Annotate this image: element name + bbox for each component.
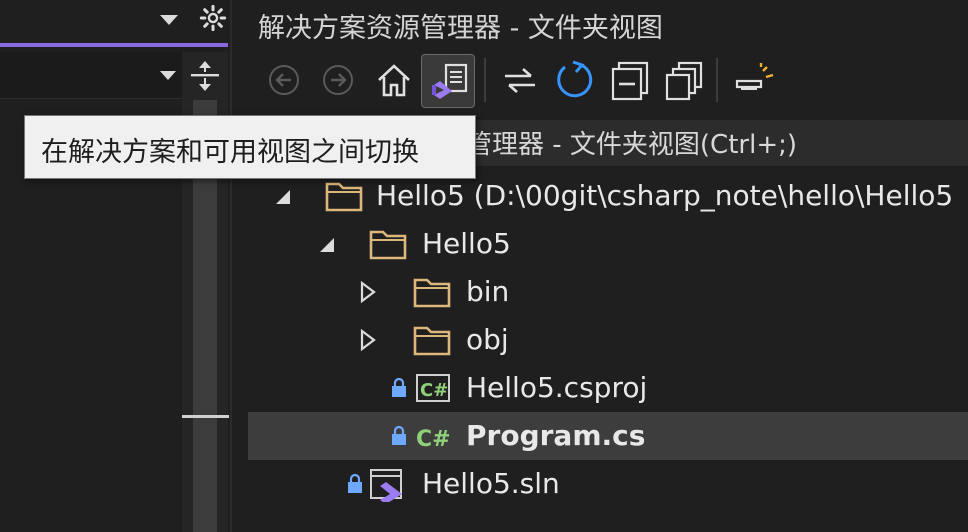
tooltip: 在解决方案和可用视图之间切换 [24,115,476,179]
tree-item-solution-folder[interactable]: Hello5 (D:\00git\csharp_note\hello\Hello… [248,172,968,220]
tree-item-label: Hello5 [422,227,511,260]
left-dropdown[interactable] [0,52,182,99]
active-tab-accent [0,43,228,47]
dropdown-arrow-icon[interactable] [158,12,180,32]
collapse-all-icon [611,61,649,101]
toolbar-separator [484,58,486,102]
window-title: 解决方案资源管理器 - 文件夹视图 [258,13,663,44]
copy-icon [665,61,703,101]
sync-button[interactable] [500,60,540,100]
tree-item-label: Hello5 (D:\00git\csharp_note\hello\Hello… [376,179,954,212]
switch-views-icon [432,63,468,99]
collapsed-arrow-icon[interactable] [356,280,380,304]
folder-icon [369,230,407,260]
lock-icon [392,377,406,397]
gear-icon[interactable] [199,4,227,36]
solution-file-icon [370,469,402,502]
refresh-icon [557,60,593,98]
copy-button[interactable] [662,58,706,102]
tree-item-hello5-folder[interactable]: Hello5 [248,220,968,268]
forward-button[interactable] [320,62,356,98]
folder-icon [325,182,363,212]
csharp-file-icon: C# [416,427,451,452]
collapse-all-button[interactable] [608,58,652,102]
scrollbar-marker [182,415,229,418]
home-button[interactable] [372,58,416,102]
tree-item-obj-folder[interactable]: obj [248,316,968,364]
forward-icon [323,65,353,95]
folder-icon [413,278,451,308]
svg-text:C#: C# [420,380,448,401]
panel-divider[interactable] [230,0,232,532]
tree-item-sln[interactable]: Hello5.sln [248,460,968,508]
lock-icon [392,425,406,445]
switch-views-button[interactable] [421,54,475,108]
left-dropdown-arrow-icon[interactable] [158,68,178,87]
csproj-file-icon: C# [416,374,450,402]
home-icon [378,64,410,97]
tree-item-label: bin [466,275,510,308]
refresh-button[interactable] [552,58,596,102]
search-placeholder: 源管理器 - 文件夹视图(Ctrl+;) [440,130,798,160]
expanded-arrow-icon[interactable] [270,184,294,208]
sync-icon [505,68,535,93]
preview-button[interactable] [732,60,778,100]
split-icon[interactable] [187,58,223,94]
toolbar-separator [716,58,718,102]
svg-text:C#: C# [416,427,451,452]
tree-item-label: Hello5.sln [422,467,560,500]
back-icon [269,65,299,95]
collapsed-arrow-icon[interactable] [356,328,380,352]
back-button[interactable] [266,62,302,98]
tree-item-program-cs[interactable]: C# Program.cs [248,412,968,460]
folder-icon [413,326,451,356]
tree-item-bin-folder[interactable]: bin [248,268,968,316]
preview-icon [735,63,774,90]
tree-item-label: obj [466,323,509,356]
tree-item-csproj[interactable]: C# Hello5.csproj [248,364,968,412]
expanded-arrow-icon[interactable] [314,232,338,256]
tooltip-text: 在解决方案和可用视图之间切换 [41,137,419,168]
tree-item-label: Hello5.csproj [466,371,648,404]
lock-icon [348,473,362,493]
tree-item-label: Program.cs [466,419,646,452]
